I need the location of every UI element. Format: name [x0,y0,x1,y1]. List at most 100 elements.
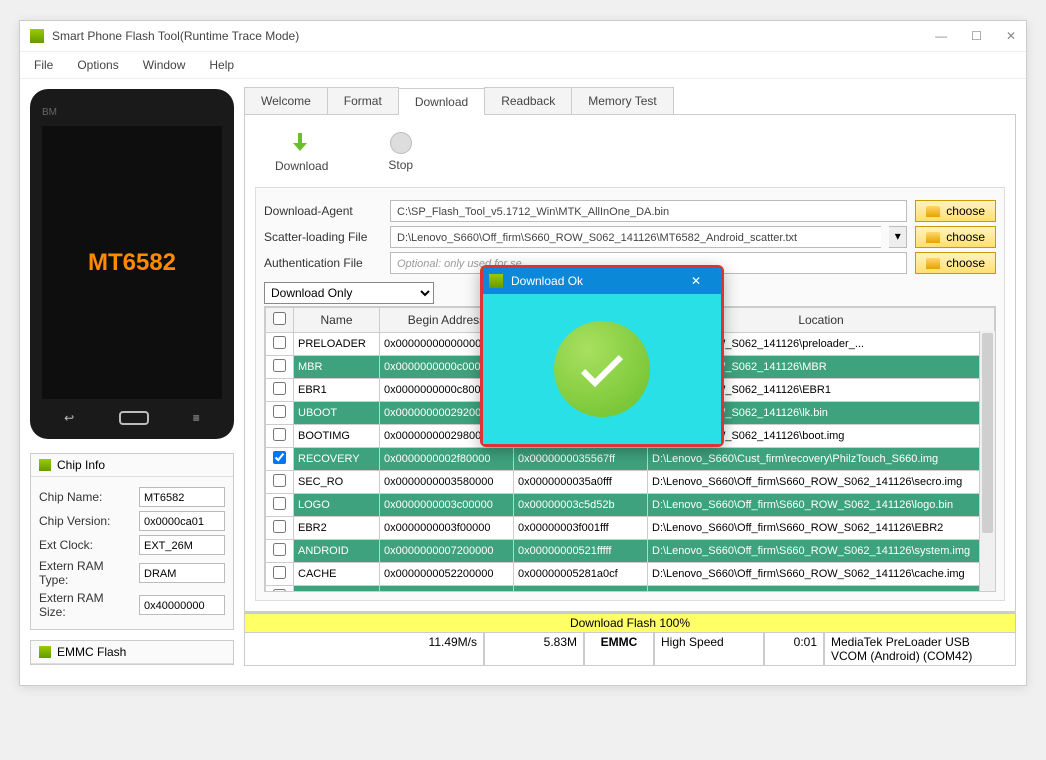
row-end: 0x00000003c5d52b [514,494,648,517]
menu-window[interactable]: Window [143,58,186,72]
row-end: 0x0000000035a0fff [514,471,648,494]
row-checkbox[interactable] [266,379,294,402]
emmc-icon [39,646,51,658]
scatter-dropdown-icon[interactable]: ▾ [889,226,907,248]
table-row[interactable]: RECOVERY0x0000000002f800000x000000003556… [266,448,995,471]
scatter-choose-button[interactable]: choose [915,226,996,248]
titlebar: Smart Phone Flash Tool(Runtime Trace Mod… [20,21,1026,52]
folder-icon [926,206,940,217]
status-bar: Download Flash 100% 11.49M/s 5.83M EMMC … [244,612,1016,666]
dialog-icon [489,274,503,288]
close-button[interactable]: ✕ [1006,29,1016,43]
tab-format[interactable]: Format [327,87,399,114]
da-input[interactable]: C:\SP_Flash_Tool_v5.1712_Win\MTK_AllInOn… [390,200,907,222]
chip-icon [39,459,51,471]
scatter-input[interactable]: D:\Lenovo_S660\Off_firm\S660_ROW_S062_14… [390,226,881,248]
row-checkbox[interactable] [266,402,294,425]
dialog-title: Download Ok [511,274,677,288]
download-button[interactable]: Download [275,131,328,173]
auth-label: Authentication File [264,256,382,270]
row-end: 0x000000659ea22b [514,586,648,593]
row-location: D:\Lenovo_S660\Cust_firm\recovery\PhilzT… [648,448,995,471]
row-name: EBR2 [294,517,380,540]
row-begin: 0x0000000003f00000 [380,517,514,540]
row-name: PRELOADER [294,333,380,356]
progress-text: Download Flash 100% [244,613,1016,633]
row-location: D:\Lenovo_S660\Off_firm\S660_ROW_S062_14… [648,586,995,593]
table-row[interactable]: LOGO0x0000000003c000000x00000003c5d52bD:… [266,494,995,517]
menu-file[interactable]: File [34,58,53,72]
app-icon [30,29,44,43]
row-checkbox[interactable] [266,540,294,563]
row-checkbox[interactable] [266,471,294,494]
row-location: D:\Lenovo_S660\Off_firm\S660_ROW_S062_14… [648,471,995,494]
home-icon [119,411,149,425]
row-end: 0x0000000035567ff [514,448,648,471]
window-title: Smart Phone Flash Tool(Runtime Trace Mod… [52,29,935,43]
row-end: 0x00000000521fffff [514,540,648,563]
status-time: 0:01 [764,633,824,666]
table-row[interactable]: CACHE0x00000000522000000x00000005281a0cf… [266,563,995,586]
folder-icon [926,232,940,243]
row-checkbox[interactable] [266,425,294,448]
row-checkbox[interactable] [266,333,294,356]
status-mode: High Speed [654,633,764,666]
ram-type-label: Extern RAM Type: [39,559,133,587]
menubar: File Options Window Help [20,52,1026,79]
chip-name-value: MT6582 [139,487,225,507]
row-end: 0x00000005281a0cf [514,563,648,586]
row-location: D:\Lenovo_S660\Off_firm\S660_ROW_S062_14… [648,494,995,517]
download-arrow-icon [290,131,314,155]
ram-type-value: DRAM [139,563,225,583]
download-mode-select[interactable]: Download Only [264,282,434,304]
row-name: EBR1 [294,379,380,402]
table-row[interactable]: ANDROID0x00000000072000000x00000000521ff… [266,540,995,563]
chip-name-label: Chip Name: [39,490,133,504]
row-begin: 0x0000000062200000 [380,586,514,593]
da-label: Download-Agent [264,204,382,218]
chip-info-panel: Chip Info Chip Name:MT6582 Chip Version:… [30,453,234,630]
da-choose-button[interactable]: choose [915,200,996,222]
tab-memory-test[interactable]: Memory Test [571,87,673,114]
auth-choose-button[interactable]: choose [915,252,996,274]
tab-download[interactable]: Download [398,88,485,115]
col-name[interactable]: Name [294,308,380,333]
row-checkbox[interactable] [266,356,294,379]
menu-help[interactable]: Help [209,58,234,72]
row-name: CACHE [294,563,380,586]
status-speed: 11.49M/s [244,633,484,666]
table-row[interactable]: SEC_RO0x00000000035800000x0000000035a0ff… [266,471,995,494]
row-location: D:\Lenovo_S660\Off_firm\S660_ROW_S062_14… [648,540,995,563]
dialog-close-button[interactable]: ✕ [677,272,715,290]
ext-clock-label: Ext Clock: [39,538,133,552]
row-checkbox[interactable] [266,563,294,586]
row-name: UBOOT [294,402,380,425]
row-checkbox[interactable] [266,494,294,517]
table-row[interactable]: USRDATA0x00000000622000000x000000659ea22… [266,586,995,593]
maximize-button[interactable]: ☐ [971,29,982,43]
row-name: LOGO [294,494,380,517]
scatter-label: Scatter-loading File [264,230,382,244]
menu-options[interactable]: Options [77,58,118,72]
phone-chip-label: MT6582 [88,249,176,277]
minimize-button[interactable]: — [935,29,947,43]
back-icon: ↩ [64,411,74,425]
row-name: SEC_RO [294,471,380,494]
row-end: 0x00000003f001fff [514,517,648,540]
row-checkbox[interactable] [266,448,294,471]
ram-size-label: Extern RAM Size: [39,591,133,619]
stop-icon [390,132,412,154]
ext-clock-value: EXT_26M [139,535,225,555]
col-check[interactable] [266,308,294,333]
row-location: D:\Lenovo_S660\Off_firm\S660_ROW_S062_14… [648,517,995,540]
dialog-body [483,294,721,444]
row-begin: 0x0000000007200000 [380,540,514,563]
emmc-title: EMMC Flash [57,645,126,659]
row-checkbox[interactable] [266,517,294,540]
stop-button[interactable]: Stop [388,132,413,172]
tab-welcome[interactable]: Welcome [244,87,328,114]
table-row[interactable]: EBR20x0000000003f000000x00000003f001fffD… [266,517,995,540]
tab-readback[interactable]: Readback [484,87,572,114]
table-scrollbar[interactable] [979,331,995,591]
row-checkbox[interactable] [266,586,294,593]
